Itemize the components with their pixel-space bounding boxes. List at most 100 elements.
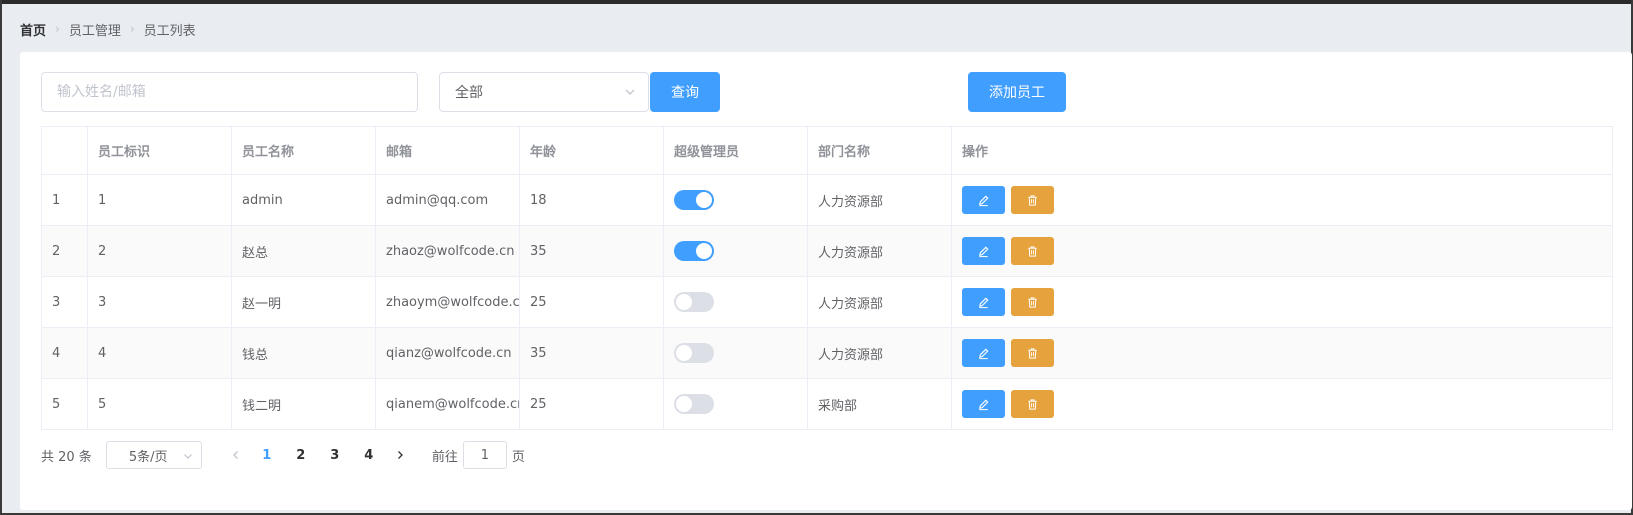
table-row[interactable]: 3 3 赵一明 zhaoym@wolfcode.cn 25 人力资源部 xyxy=(41,276,1613,328)
page-number-1[interactable]: 1 xyxy=(250,448,284,463)
goto-suffix: 页 xyxy=(511,449,525,465)
delete-icon xyxy=(1026,347,1039,360)
column-header xyxy=(41,126,88,175)
cell-index: 2 xyxy=(41,225,88,277)
page-jumper: 前往 页 xyxy=(432,441,525,469)
cell-email: admin@qq.com xyxy=(375,174,520,226)
edit-button[interactable] xyxy=(962,186,1005,214)
delete-button[interactable] xyxy=(1011,390,1054,418)
cell-super-admin xyxy=(663,225,808,277)
page-number-2[interactable]: 2 xyxy=(284,448,318,463)
cell-email: zhaoz@wolfcode.cn xyxy=(375,225,520,277)
cell-employee-id: 1 xyxy=(87,174,232,226)
edit-button[interactable] xyxy=(962,339,1005,367)
breadcrumb-separator-icon: › xyxy=(129,22,135,36)
cell-super-admin xyxy=(663,327,808,379)
select-value: 全部 xyxy=(455,85,483,101)
edit-button[interactable] xyxy=(962,237,1005,265)
cell-department: 采购部 xyxy=(807,378,952,430)
cell-employee-id: 4 xyxy=(87,327,232,379)
cell-age: 18 xyxy=(519,174,664,226)
toggle-knob xyxy=(676,345,692,361)
column-header: 年龄 xyxy=(519,126,664,175)
super-admin-toggle[interactable] xyxy=(674,292,714,312)
query-button[interactable]: 查询 xyxy=(650,72,720,112)
window-top-border xyxy=(0,0,1633,4)
breadcrumb-employee-list: 员工列表 xyxy=(143,23,196,39)
super-admin-toggle[interactable] xyxy=(674,190,714,210)
page-number-3[interactable]: 3 xyxy=(318,448,352,463)
edit-icon xyxy=(977,398,990,411)
cell-employee-id: 3 xyxy=(87,276,232,328)
page-size-value: 5条/页 xyxy=(128,449,168,465)
cell-department: 人力资源部 xyxy=(807,276,952,328)
super-admin-toggle[interactable] xyxy=(674,241,714,261)
breadcrumb-separator-icon: › xyxy=(55,22,60,36)
cell-department: 人力资源部 xyxy=(807,174,952,226)
cell-actions xyxy=(951,327,1613,379)
edit-icon xyxy=(977,296,990,309)
table-row[interactable]: 2 2 赵总 zhaoz@wolfcode.cn 35 人力资源部 xyxy=(41,225,1613,277)
add-employee-button[interactable]: 添加员工 xyxy=(968,72,1066,112)
cell-actions xyxy=(951,174,1613,226)
delete-button[interactable] xyxy=(1011,288,1054,316)
cell-employee-name: 钱二明 xyxy=(231,378,376,430)
table-row[interactable]: 1 1 admin admin@qq.com 18 人力资源部 xyxy=(41,174,1613,226)
edit-icon xyxy=(977,347,990,360)
cell-index: 3 xyxy=(41,276,88,328)
goto-page-input[interactable] xyxy=(462,441,507,469)
search-input[interactable] xyxy=(41,72,418,112)
cell-super-admin xyxy=(663,174,808,226)
column-header: 部门名称 xyxy=(807,126,952,175)
cell-employee-id: 2 xyxy=(87,225,232,277)
cell-email: qianem@wolfcode.cn xyxy=(375,378,520,430)
column-header: 员工名称 xyxy=(231,126,376,175)
window-left-border xyxy=(0,0,2,515)
super-admin-toggle[interactable] xyxy=(674,394,714,414)
chevron-down-icon xyxy=(625,89,635,95)
cell-employee-name: 赵一明 xyxy=(231,276,376,328)
cell-email: qianz@wolfcode.cn xyxy=(375,327,520,379)
cell-age: 25 xyxy=(519,378,664,430)
toggle-knob xyxy=(696,243,712,259)
cell-actions xyxy=(951,225,1613,277)
delete-icon xyxy=(1026,296,1039,309)
delete-button[interactable] xyxy=(1011,186,1054,214)
breadcrumb-home[interactable]: 首页 xyxy=(20,20,46,39)
toggle-knob xyxy=(676,396,692,412)
table-row[interactable]: 5 5 钱二明 qianem@wolfcode.cn 25 采购部 xyxy=(41,378,1613,430)
content-card: 全部 查询 添加员工 员工标识 员工名称 邮箱 年龄 超级管理员 部门名称 操作… xyxy=(20,52,1632,510)
edit-icon xyxy=(977,194,990,207)
cell-age: 35 xyxy=(519,327,664,379)
cell-super-admin xyxy=(663,276,808,328)
breadcrumb-employee-management[interactable]: 员工管理 xyxy=(69,20,121,39)
chevron-left-icon xyxy=(232,451,238,459)
edit-icon xyxy=(977,245,990,258)
delete-button[interactable] xyxy=(1011,339,1054,367)
pagination-total: 共 20 条 xyxy=(41,449,92,465)
cell-employee-id: 5 xyxy=(87,378,232,430)
cell-actions xyxy=(951,276,1613,328)
edit-button[interactable] xyxy=(962,390,1005,418)
column-header: 邮箱 xyxy=(375,126,520,175)
edit-button[interactable] xyxy=(962,288,1005,316)
delete-icon xyxy=(1026,398,1039,411)
super-admin-toggle[interactable] xyxy=(674,343,714,363)
column-header: 超级管理员 xyxy=(663,126,808,175)
table-row[interactable]: 4 4 钱总 qianz@wolfcode.cn 35 人力资源部 xyxy=(41,327,1613,379)
cell-employee-name: admin xyxy=(231,174,376,226)
chevron-right-icon xyxy=(397,451,403,459)
department-filter-select[interactable]: 全部 xyxy=(439,72,649,112)
page-size-select[interactable]: 5条/页 xyxy=(105,441,202,469)
toggle-knob xyxy=(696,192,712,208)
cell-super-admin xyxy=(663,378,808,430)
delete-button[interactable] xyxy=(1011,237,1054,265)
prev-page-button[interactable] xyxy=(222,441,250,469)
next-page-button[interactable] xyxy=(386,441,414,469)
chevron-down-icon xyxy=(183,454,192,459)
page-number-4[interactable]: 4 xyxy=(352,448,386,463)
cell-index: 1 xyxy=(41,174,88,226)
cell-age: 25 xyxy=(519,276,664,328)
cell-email: zhaoym@wolfcode.cn xyxy=(375,276,520,328)
delete-icon xyxy=(1026,245,1039,258)
